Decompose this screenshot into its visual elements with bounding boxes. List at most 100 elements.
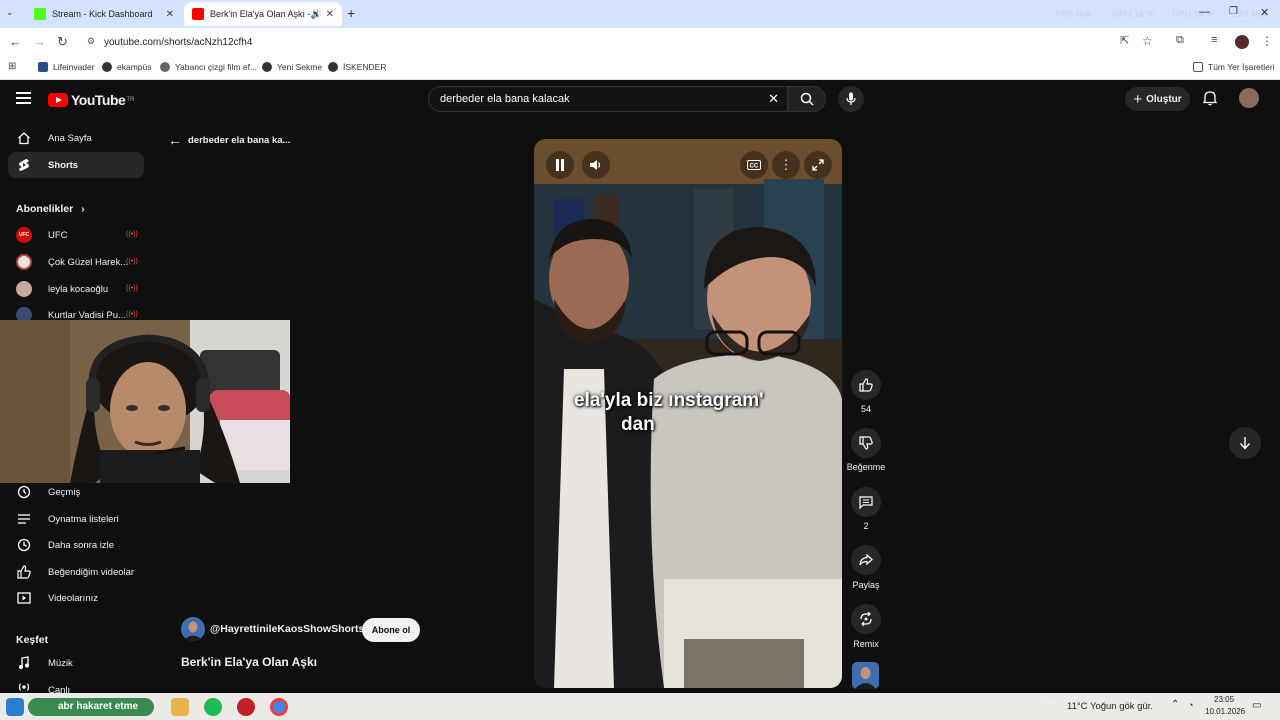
weather-icon: ⛈ xyxy=(1047,699,1056,711)
svg-text:CC: CC xyxy=(750,164,759,170)
clock-date[interactable]: 10.01.2026 xyxy=(1205,707,1245,716)
back-arrow-icon[interactable]: ← xyxy=(9,34,22,49)
notifications-button[interactable] xyxy=(1202,90,1218,111)
bookmark-lifeinvader[interactable]: Lifeinvader xyxy=(38,62,95,72)
audio-source-thumbnail[interactable] xyxy=(852,662,879,689)
share-label: Paylaş xyxy=(852,580,880,590)
wifi-icon[interactable]: ◔ xyxy=(1188,700,1193,710)
channel-info[interactable]: @HayrettinileKaosShowShorts xyxy=(181,617,364,641)
youtube-logo[interactable]: YouTube TR xyxy=(48,92,134,108)
guide-label: Oynatma listeleri xyxy=(48,513,119,525)
profile-avatar[interactable] xyxy=(1235,35,1249,49)
search-icon xyxy=(800,92,814,106)
address-bar[interactable]: ⚙ youtube.com/shorts/acNzh12cfh4 xyxy=(80,31,1170,53)
install-app-icon[interactable]: ⇱ xyxy=(1120,34,1129,47)
remix-icon xyxy=(860,612,872,626)
all-bookmarks[interactable]: Tüm Yer İşaretleri xyxy=(1193,62,1275,72)
windows-start-icon[interactable] xyxy=(6,698,24,716)
comment-icon xyxy=(859,495,873,509)
notification-center-icon[interactable]: ▭ xyxy=(1252,700,1261,711)
next-short-button[interactable] xyxy=(1229,427,1261,459)
close-icon[interactable]: ✕ xyxy=(326,9,334,20)
close-icon[interactable]: ✕ xyxy=(166,9,174,20)
pause-button[interactable] xyxy=(546,151,574,179)
file-explorer-icon[interactable] xyxy=(171,698,189,716)
guide-item-live[interactable]: Canlı xyxy=(8,677,144,693)
bookmark-ekampus[interactable]: ekampüs xyxy=(102,62,152,72)
dislike-button[interactable] xyxy=(851,428,881,458)
voice-search-button[interactable] xyxy=(838,86,864,112)
apps-grid-icon[interactable]: ⊞ xyxy=(8,61,16,72)
star-icon[interactable]: ☆ xyxy=(1142,34,1153,48)
chrome-icon[interactable] xyxy=(270,698,288,716)
window-close-icon[interactable]: ✕ xyxy=(1260,6,1269,19)
weather-text[interactable]: 11°C Yoğun gök gür. xyxy=(1067,701,1153,712)
more-options-button[interactable]: ⋮ xyxy=(772,151,800,179)
channel-handle: @HayrettinileKaosShowShorts xyxy=(210,623,365,635)
share-icon xyxy=(859,554,873,566)
channel-avatar xyxy=(181,617,205,641)
gpu-readout: GPU 16 % xyxy=(1112,9,1155,19)
guide-item-your-videos[interactable]: Videolarınız xyxy=(8,585,144,611)
plus-icon[interactable]: + xyxy=(347,5,355,21)
guide-item-shorts[interactable]: Shorts xyxy=(8,152,144,178)
bookmark-iskender[interactable]: İSKENDER xyxy=(328,62,386,72)
thumbs-up-icon xyxy=(16,564,32,580)
live-icon xyxy=(16,679,32,693)
back-to-search-button[interactable]: ← derbeder ela bana ka... xyxy=(168,132,290,148)
your-videos-icon xyxy=(16,590,32,606)
captions-button[interactable]: CC xyxy=(740,151,768,179)
create-button[interactable]: + Oluştur xyxy=(1125,87,1190,111)
bell-icon xyxy=(1202,91,1218,106)
like-count: 54 xyxy=(860,404,871,414)
create-label: Oluştur xyxy=(1146,93,1182,105)
bookmark-cartoon[interactable]: Yabancı çizgi film ef... xyxy=(160,62,257,72)
guide-item-liked-videos[interactable]: Beğendiğim videolar xyxy=(8,559,144,585)
remix-button[interactable] xyxy=(851,604,881,634)
clock-time[interactable]: 23:05 xyxy=(1214,695,1234,704)
guide-item-music[interactable]: Müzik xyxy=(8,650,144,676)
tab-youtube-short[interactable]: Berk'in Ela'ya Olan Aşkı - Yo 🔊 ✕ xyxy=(184,2,342,26)
media-control-icon[interactable]: ≡ xyxy=(1211,34,1217,46)
share-button[interactable] xyxy=(851,545,881,575)
subscription-leyla-kocaoglu[interactable]: leyla kocaoğlu ((•)) xyxy=(8,276,144,302)
subscription-ufc[interactable]: UFC UFC ((•)) xyxy=(8,222,144,248)
tray-chevron-up-icon[interactable]: ⌃ xyxy=(1171,699,1179,710)
video-title: Berk'in Ela'ya Olan Aşkı xyxy=(181,655,317,669)
fullscreen-button[interactable] xyxy=(804,151,832,179)
folder-icon xyxy=(1193,62,1203,72)
reload-icon[interactable]: ↻ xyxy=(57,34,68,50)
tab-kick-dashboard[interactable]: Stream - Kick Dashboard ✕ xyxy=(26,2,182,26)
guide-label: UFC xyxy=(48,229,68,241)
minimize-icon[interactable]: — xyxy=(1199,6,1210,18)
like-button[interactable] xyxy=(851,370,881,400)
guide-item-watch-later[interactable]: Daha sonra izle xyxy=(8,532,144,558)
bookmark-new-tab[interactable]: Yeni Sekme xyxy=(262,62,322,72)
tab-search-icon[interactable]: ⌄ xyxy=(6,7,20,21)
extensions-icon[interactable]: ⧉ xyxy=(1176,34,1184,47)
hamburger-menu-icon[interactable] xyxy=(16,92,31,104)
shorts-video-player[interactable]: CC ⋮ ela'yla biz ınstagram' dan xyxy=(534,139,842,688)
site-info-icon[interactable]: ⚙ xyxy=(87,36,95,47)
guide-item-playlists[interactable]: Oynatma listeleri xyxy=(8,506,144,532)
search-input[interactable]: derbeder ela bana kalacak ✕ xyxy=(428,86,788,112)
spotify-icon[interactable] xyxy=(204,698,222,716)
clear-search-icon[interactable]: ✕ xyxy=(768,91,779,107)
search-button[interactable] xyxy=(788,86,826,112)
guide-label: Daha sonra izle xyxy=(48,539,115,551)
forward-arrow-icon[interactable]: → xyxy=(33,34,46,49)
logo-region: TR xyxy=(126,97,135,103)
kebab-menu-icon[interactable]: ⋮ xyxy=(1261,34,1273,48)
guide-item-home[interactable]: Ana Sayfa xyxy=(8,125,144,151)
subscribe-button[interactable]: Abone ol xyxy=(362,618,420,642)
kebab-menu-icon: ⋮ xyxy=(779,157,793,172)
subscriptions-header[interactable]: Abonelikler › xyxy=(16,203,85,215)
taskbar-search[interactable]: abr hakaret etme xyxy=(28,698,154,716)
volume-button[interactable] xyxy=(582,151,610,179)
comments-button[interactable] xyxy=(851,487,881,517)
account-avatar[interactable] xyxy=(1239,88,1259,108)
app-icon[interactable] xyxy=(237,698,255,716)
speaker-icon[interactable]: 🔊 xyxy=(311,9,322,20)
subscription-cok-guzel-hareketler[interactable]: Çok Güzel Harek... ((•)) xyxy=(8,249,144,275)
tab-title: Stream - Kick Dashboard xyxy=(52,9,153,19)
